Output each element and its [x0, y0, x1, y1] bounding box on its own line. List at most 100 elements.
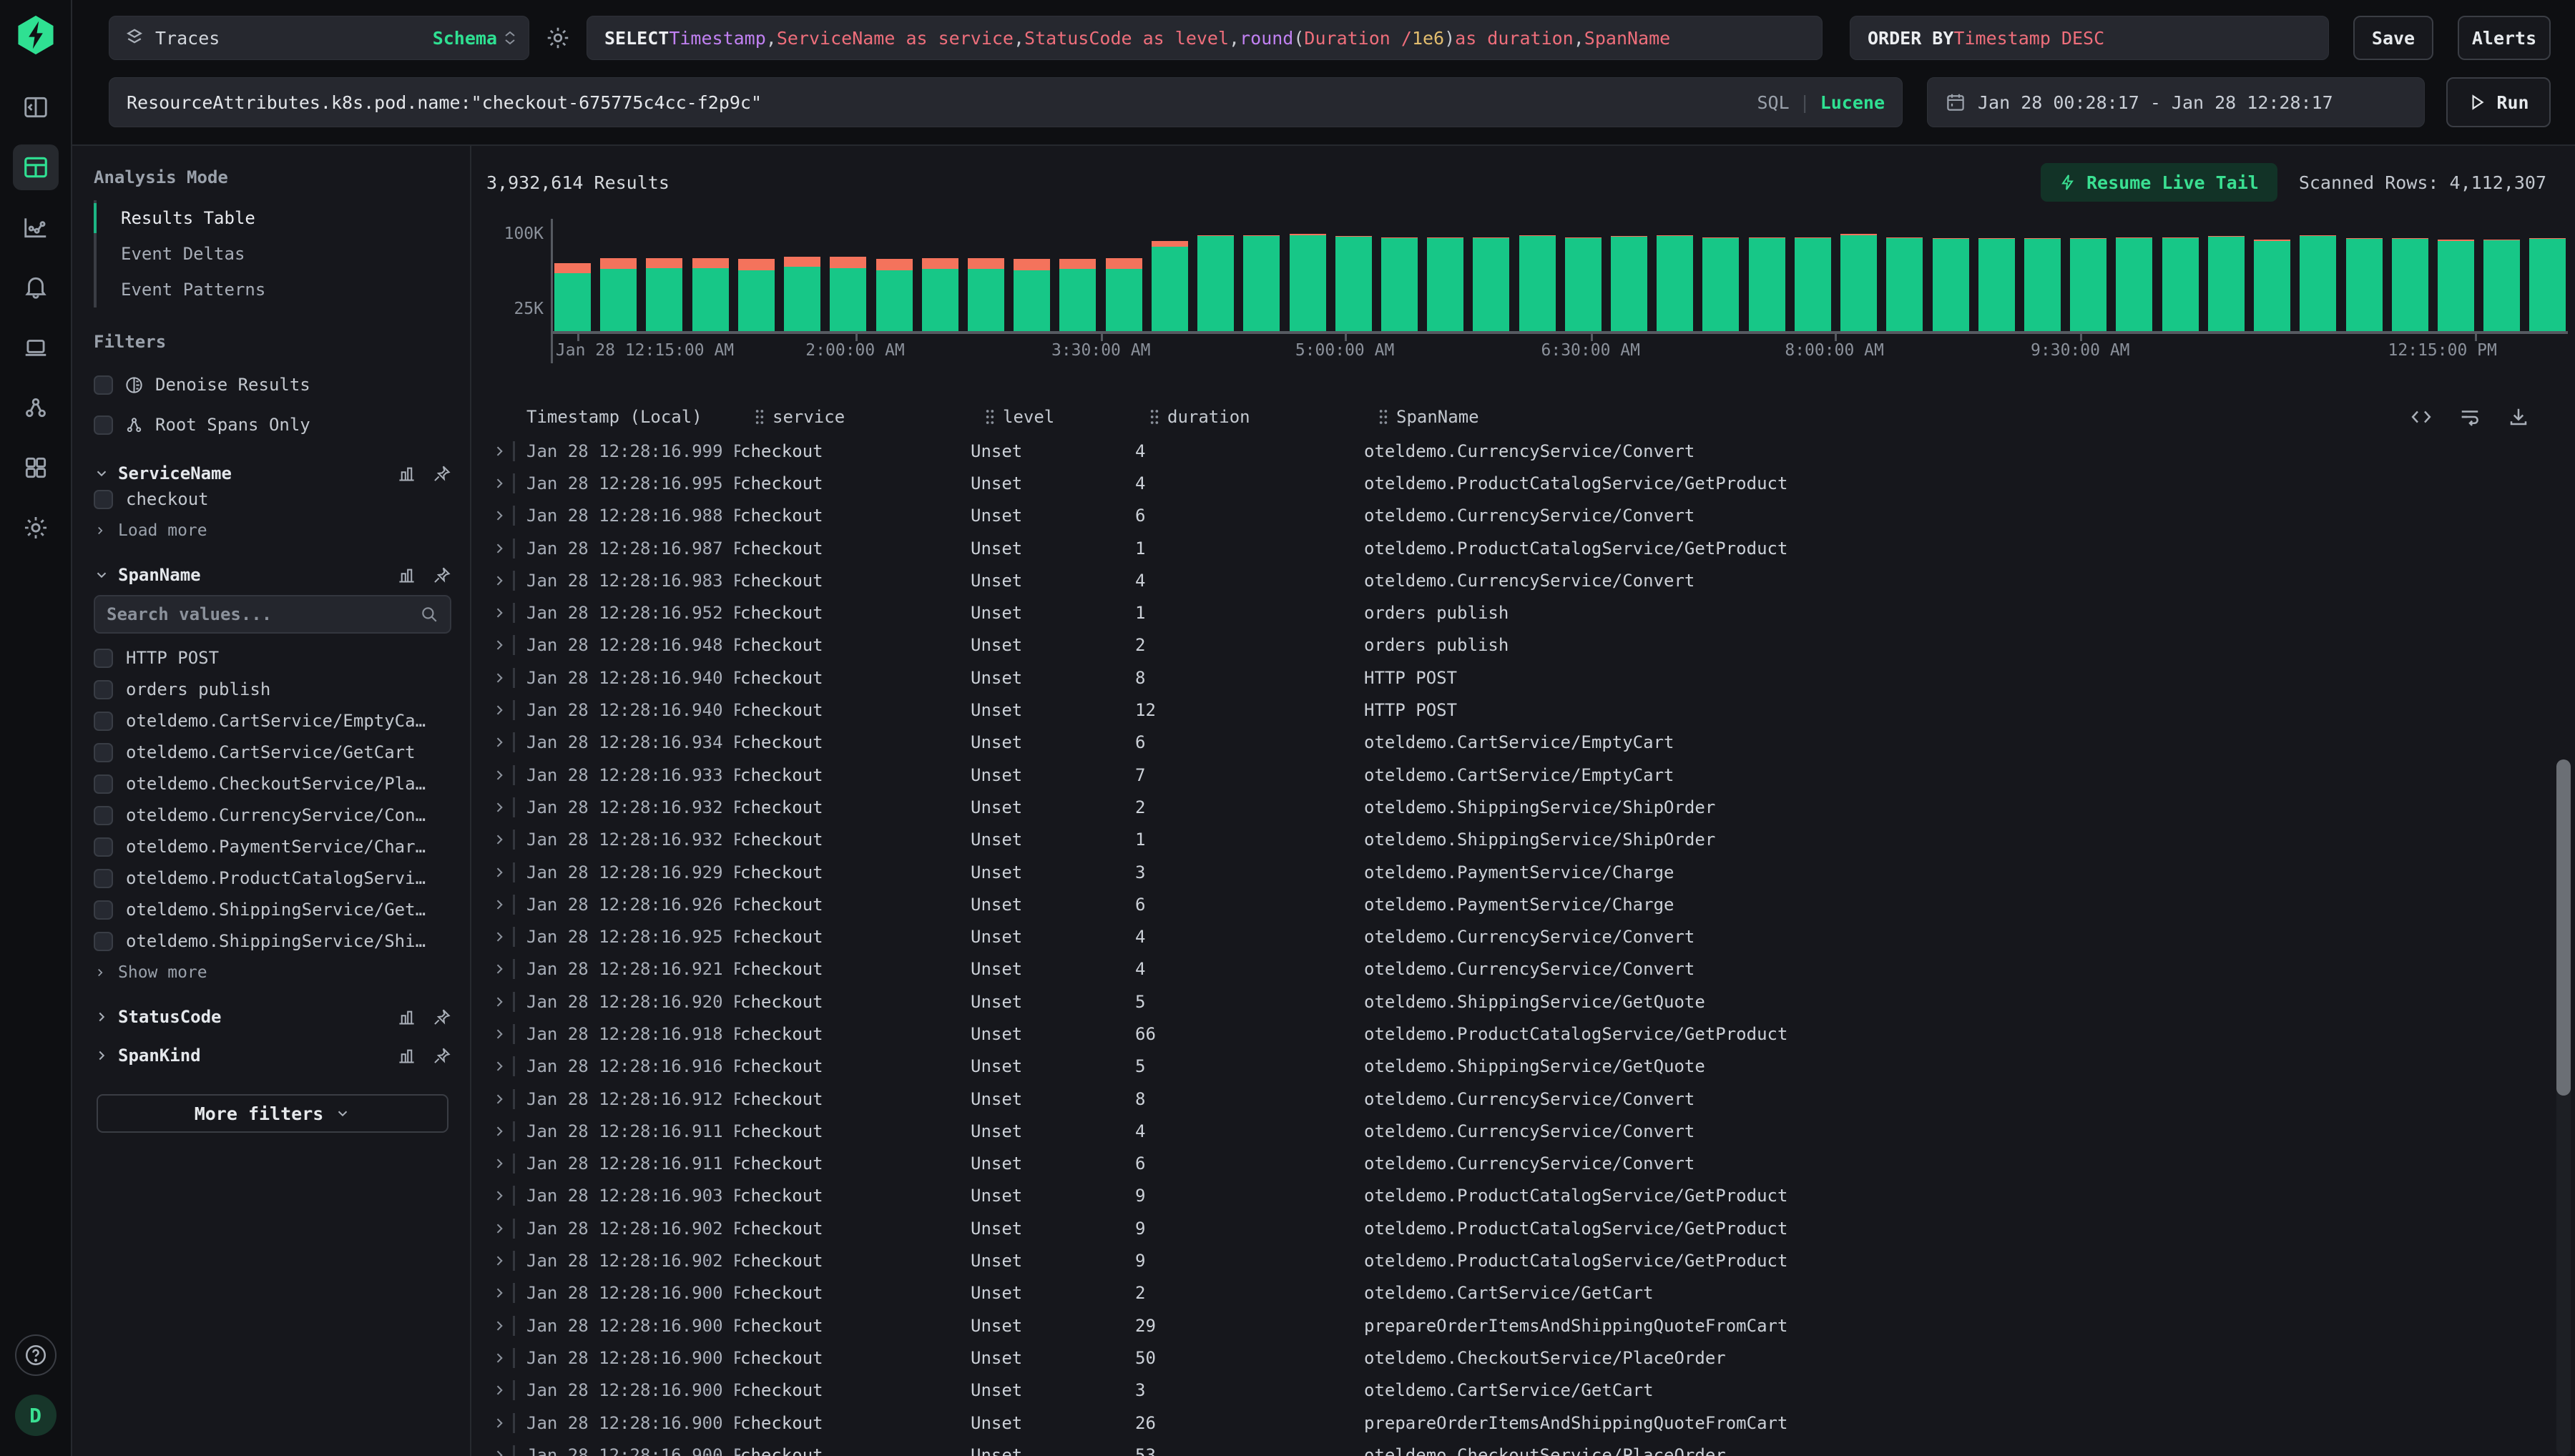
text-wrap-icon[interactable] [2459, 406, 2481, 428]
facet-value-item[interactable]: oteldemo.ShippingService/Get… [94, 894, 451, 925]
histogram-bar[interactable] [600, 258, 637, 331]
table-row[interactable]: Jan 28 12:28:16.902 PM checkout Unset 9 … [486, 1212, 2575, 1244]
histogram-bar[interactable] [2162, 237, 2199, 331]
lucene-mode-option[interactable]: Lucene [1820, 92, 1885, 113]
facet-value-checkbox[interactable] [94, 490, 113, 509]
table-row[interactable]: Jan 28 12:28:16.983 PM checkout Unset 4 … [486, 564, 2575, 596]
settings-gear-icon[interactable] [13, 505, 59, 551]
drag-handle-icon[interactable] [754, 408, 765, 426]
service-map-icon[interactable] [13, 385, 59, 431]
table-row[interactable]: Jan 28 12:28:16.900 PM checkout Unset 53… [486, 1439, 2575, 1456]
table-row[interactable]: Jan 28 12:28:16.933 PM checkout Unset 7 … [486, 759, 2575, 791]
table-row[interactable]: Jan 28 12:28:16.995 PM checkout Unset 4 … [486, 467, 2575, 499]
histogram-bar[interactable] [876, 259, 913, 331]
table-row[interactable]: Jan 28 12:28:16.921 PM checkout Unset 4 … [486, 953, 2575, 985]
search-results-table-icon[interactable] [13, 144, 59, 190]
analysis-mode-item[interactable]: Results Table [97, 200, 451, 236]
histogram-bar[interactable] [738, 259, 775, 331]
table-row[interactable]: Jan 28 12:28:16.940 PM checkout Unset 12… [486, 694, 2575, 726]
facet-search-input[interactable]: Search values... [94, 595, 451, 634]
table-row[interactable]: Jan 28 12:28:16.900 PM checkout Unset 2 … [486, 1277, 2575, 1309]
histogram-bar[interactable] [1795, 237, 1831, 331]
histogram-bar[interactable] [1840, 234, 1877, 331]
date-range-picker[interactable]: Jan 28 00:28:17 - Jan 28 12:28:17 [1927, 77, 2425, 127]
table-row[interactable]: Jan 28 12:28:16.952 PM checkout Unset 1 … [486, 596, 2575, 629]
facet-value-checkbox[interactable] [94, 932, 113, 951]
sql-mode-option[interactable]: SQL [1757, 92, 1789, 113]
source-select-dropdown[interactable]: Traces Schema [109, 16, 529, 60]
histogram-bar[interactable] [1933, 238, 1969, 331]
histogram-bar[interactable] [968, 258, 1004, 331]
column-header-timestamp[interactable]: Timestamp (Local) [526, 407, 754, 427]
alerts-button[interactable]: Alerts [2458, 16, 2551, 60]
histogram-bar[interactable] [1886, 237, 1923, 331]
facet-value-item[interactable]: oteldemo.CartService/EmptyCa… [94, 705, 451, 737]
histogram-bar[interactable] [2208, 236, 2245, 331]
histogram-bar[interactable] [1519, 235, 1556, 331]
table-row[interactable]: Jan 28 12:28:16.948 PM checkout Unset 2 … [486, 629, 2575, 661]
alerts-bell-icon[interactable] [13, 265, 59, 310]
histogram-bar[interactable] [692, 258, 729, 331]
table-row[interactable]: Jan 28 12:28:16.987 PM checkout Unset 1 … [486, 532, 2575, 564]
histogram-bar[interactable] [646, 258, 682, 331]
histogram-bar[interactable] [1473, 237, 1509, 331]
facet-value-checkbox[interactable] [94, 743, 113, 762]
facet-statuscode-header[interactable]: StatusCode [94, 1007, 451, 1027]
histogram-bar[interactable] [2392, 238, 2428, 331]
histogram-bar[interactable] [1014, 259, 1050, 331]
table-row[interactable]: Jan 28 12:28:16.911 PM checkout Unset 6 … [486, 1148, 2575, 1180]
histogram-bar[interactable] [830, 257, 866, 331]
histogram-bar[interactable] [1290, 234, 1326, 331]
facet-servicename-header[interactable]: ServiceName [94, 463, 451, 483]
facet-value-item[interactable]: oteldemo.CartService/GetCart [94, 737, 451, 768]
histogram-bar[interactable] [2116, 237, 2152, 331]
histogram-bar[interactable] [1197, 235, 1234, 331]
histogram-bar[interactable] [1565, 237, 1602, 331]
facet-value-item[interactable]: checkout [94, 483, 451, 515]
facet-value-item[interactable]: oteldemo.ShippingService/Shi… [94, 925, 451, 957]
table-row[interactable]: Jan 28 12:28:16.900 PM checkout Unset 50… [486, 1342, 2575, 1374]
column-header-duration[interactable]: duration [1149, 407, 1378, 427]
histogram-bar[interactable] [2529, 238, 2566, 331]
histogram-bar[interactable] [784, 257, 820, 331]
resume-live-tail-button[interactable]: Resume Live Tail [2041, 163, 2277, 202]
hyperdx-logo-icon[interactable] [14, 13, 58, 57]
histogram-bar[interactable] [2483, 240, 2520, 331]
select-clause-input[interactable]: SELECT Timestamp, ServiceName as service… [587, 16, 1823, 60]
table-row[interactable]: Jan 28 12:28:16.925 PM checkout Unset 4 … [486, 920, 2575, 953]
table-row[interactable]: Jan 28 12:28:16.932 PM checkout Unset 1 … [486, 824, 2575, 856]
histogram-bar[interactable] [922, 258, 958, 331]
drag-handle-icon[interactable] [1149, 408, 1160, 426]
table-row[interactable]: Jan 28 12:28:16.902 PM checkout Unset 9 … [486, 1244, 2575, 1277]
facet-value-item[interactable]: HTTP POST [94, 642, 451, 674]
more-filters-button[interactable]: More filters [97, 1094, 448, 1133]
root-spans-only-toggle[interactable]: Root Spans Only [94, 405, 451, 445]
dashboards-icon[interactable] [13, 445, 59, 491]
analysis-mode-item[interactable]: Event Patterns [97, 272, 451, 308]
analysis-mode-item[interactable]: Event Deltas [97, 236, 451, 272]
facet-chart-icon[interactable] [397, 1008, 416, 1027]
table-row[interactable]: Jan 28 12:28:16.900 PM checkout Unset 26… [486, 1407, 2575, 1439]
facet-pin-icon[interactable] [432, 566, 451, 585]
drag-handle-icon[interactable] [1378, 408, 1389, 426]
table-row[interactable]: Jan 28 12:28:16.918 PM checkout Unset 66… [486, 1018, 2575, 1050]
column-header-service[interactable]: service [754, 407, 984, 427]
root-spans-checkbox[interactable] [94, 415, 113, 435]
table-row[interactable]: Jan 28 12:28:16.912 PM checkout Unset 8 … [486, 1083, 2575, 1115]
facet-value-checkbox[interactable] [94, 869, 113, 888]
facet-value-item[interactable]: oteldemo.PaymentService/Char… [94, 831, 451, 862]
histogram-bar[interactable] [1152, 241, 1188, 331]
table-scrollbar[interactable] [2556, 759, 2571, 1456]
table-row[interactable]: Jan 28 12:28:16.940 PM checkout Unset 8 … [486, 661, 2575, 694]
column-header-level[interactable]: level [984, 407, 1149, 427]
client-sessions-icon[interactable] [13, 325, 59, 370]
code-view-icon[interactable] [2410, 406, 2432, 428]
histogram-bar[interactable] [2300, 235, 2336, 331]
histogram-bar[interactable] [1427, 237, 1463, 331]
denoise-results-checkbox[interactable] [94, 375, 113, 395]
facet-value-checkbox[interactable] [94, 837, 113, 857]
facet-pin-icon[interactable] [432, 1008, 451, 1027]
facet-value-checkbox[interactable] [94, 900, 113, 920]
histogram-bar[interactable] [2254, 240, 2290, 331]
histogram-bar[interactable] [1702, 237, 1739, 331]
